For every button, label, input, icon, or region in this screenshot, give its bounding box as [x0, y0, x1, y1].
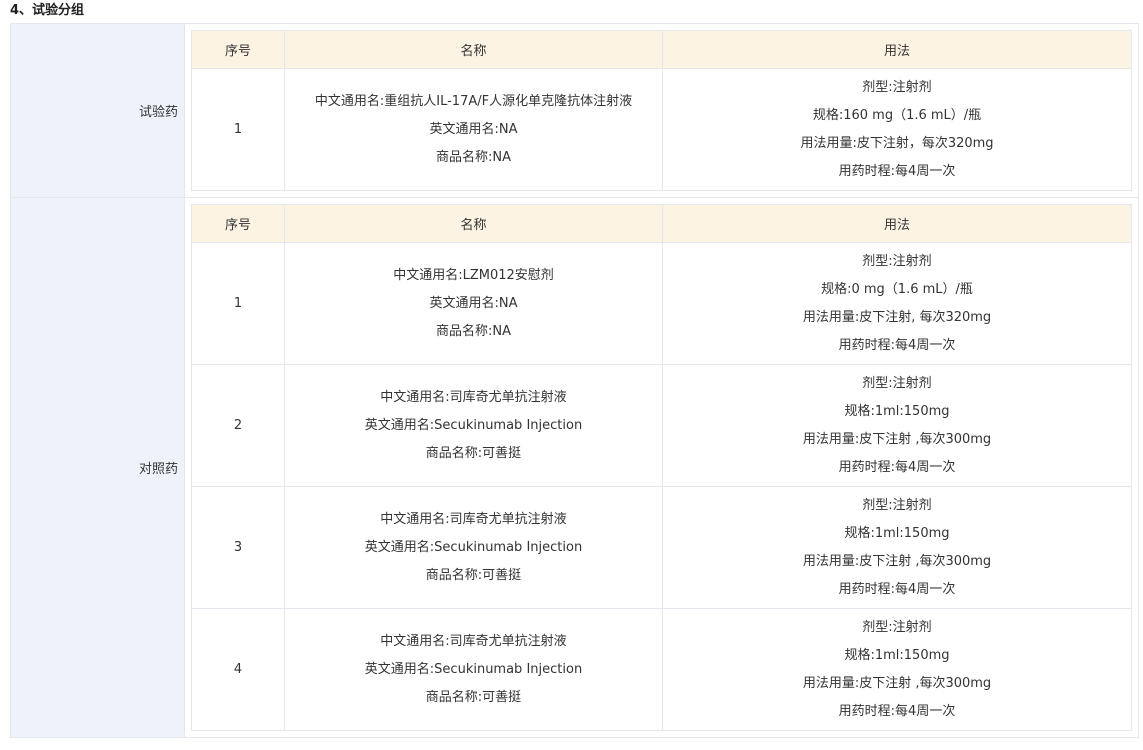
table-row: 2 中文通用名:司库奇尤单抗注射液 英文通用名:Secukinumab Inje…: [191, 364, 1132, 487]
usage-line: 用法用量:皮下注射 ,每次300mg: [802, 431, 992, 447]
name-line: 商品名称:可善挺: [425, 567, 522, 583]
drug-table-header: 序号 名称 用法: [191, 30, 1132, 69]
header-usage: 用法: [662, 30, 1132, 69]
name-line: 中文通用名:司库奇尤单抗注射液: [380, 389, 567, 405]
name-line: 英文通用名:Secukinumab Injection: [364, 661, 583, 677]
row-name: 中文通用名:重组抗人IL-17A/F人源化单克隆抗体注射液 英文通用名:NA 商…: [284, 68, 663, 191]
group-body-test-drug: 序号 名称 用法 1 中文通用名:重组抗人IL-17A/F人源化单克隆抗体注射液…: [184, 23, 1139, 198]
name-line: 商品名称:可善挺: [425, 689, 522, 705]
row-no: 1: [191, 242, 285, 365]
usage-line: 用法用量:皮下注射 ,每次300mg: [802, 553, 992, 569]
usage-line: 规格:160 mg（1.6 mL）/瓶: [812, 107, 982, 123]
usage-line: 剂型:注射剂: [862, 79, 932, 95]
usage-line: 剂型:注射剂: [862, 253, 932, 269]
row-usage: 剂型:注射剂 规格:1ml:150mg 用法用量:皮下注射 ,每次300mg 用…: [662, 608, 1132, 731]
usage-line: 规格:0 mg（1.6 mL）/瓶: [821, 281, 973, 297]
name-line: 中文通用名:重组抗人IL-17A/F人源化单克隆抗体注射液: [314, 93, 633, 109]
table-row: 4 中文通用名:司库奇尤单抗注射液 英文通用名:Secukinumab Inje…: [191, 608, 1132, 731]
name-line: 中文通用名:司库奇尤单抗注射液: [380, 633, 567, 649]
table-row: 3 中文通用名:司库奇尤单抗注射液 英文通用名:Secukinumab Inje…: [191, 486, 1132, 609]
usage-line: 用药时程:每4周一次: [838, 703, 956, 719]
group-label-control-drug: 对照药: [10, 197, 185, 738]
usage-line: 规格:1ml:150mg: [844, 403, 950, 419]
usage-line: 用药时程:每4周一次: [838, 581, 956, 597]
header-usage: 用法: [662, 204, 1132, 243]
row-usage: 剂型:注射剂 规格:1ml:150mg 用法用量:皮下注射 ,每次300mg 用…: [662, 486, 1132, 609]
usage-line: 用药时程:每4周一次: [838, 459, 956, 475]
usage-line: 用法用量:皮下注射 ,每次300mg: [802, 675, 992, 691]
usage-line: 剂型:注射剂: [862, 619, 932, 635]
row-usage: 剂型:注射剂 规格:1ml:150mg 用法用量:皮下注射 ,每次300mg 用…: [662, 364, 1132, 487]
name-line: 中文通用名:司库奇尤单抗注射液: [380, 511, 567, 527]
group-body-control-drug: 序号 名称 用法 1 中文通用名:LZM012安慰剂 英文通用名:NA 商品名称…: [184, 197, 1139, 738]
header-name: 名称: [284, 204, 663, 243]
usage-line: 剂型:注射剂: [862, 497, 932, 513]
usage-line: 用法用量:皮下注射，每次320mg: [800, 135, 994, 151]
header-no: 序号: [191, 204, 285, 243]
table-row: 1 中文通用名:重组抗人IL-17A/F人源化单克隆抗体注射液 英文通用名:NA…: [191, 68, 1132, 191]
name-line: 商品名称:NA: [436, 149, 511, 165]
usage-line: 用法用量:皮下注射, 每次320mg: [802, 309, 992, 325]
name-line: 商品名称:NA: [436, 323, 511, 339]
name-line: 英文通用名:Secukinumab Injection: [364, 417, 583, 433]
row-usage: 剂型:注射剂 规格:160 mg（1.6 mL）/瓶 用法用量:皮下注射，每次3…: [662, 68, 1132, 191]
row-no: 4: [191, 608, 285, 731]
group-row-test-drug: 试验药 序号 名称 用法 1 中文通用名:重组抗人IL-17A/F人源化单克隆抗…: [10, 23, 1139, 198]
name-line: 商品名称:可善挺: [425, 445, 522, 461]
row-usage: 剂型:注射剂 规格:0 mg（1.6 mL）/瓶 用法用量:皮下注射, 每次32…: [662, 242, 1132, 365]
row-name: 中文通用名:LZM012安慰剂 英文通用名:NA 商品名称:NA: [284, 242, 663, 365]
name-line: 英文通用名:Secukinumab Injection: [364, 539, 583, 555]
name-line: 英文通用名:NA: [429, 121, 518, 137]
table-row: 1 中文通用名:LZM012安慰剂 英文通用名:NA 商品名称:NA 剂型:注射…: [191, 242, 1132, 365]
row-no: 3: [191, 486, 285, 609]
usage-line: 剂型:注射剂: [862, 375, 932, 391]
group-label-test-drug: 试验药: [10, 23, 185, 198]
name-line: 中文通用名:LZM012安慰剂: [393, 267, 554, 283]
usage-line: 规格:1ml:150mg: [844, 647, 950, 663]
header-name: 名称: [284, 30, 663, 69]
row-no: 2: [191, 364, 285, 487]
header-no: 序号: [191, 30, 285, 69]
drug-table-test: 序号 名称 用法 1 中文通用名:重组抗人IL-17A/F人源化单克隆抗体注射液…: [191, 30, 1132, 191]
row-name: 中文通用名:司库奇尤单抗注射液 英文通用名:Secukinumab Inject…: [284, 364, 663, 487]
usage-line: 用药时程:每4周一次: [838, 337, 956, 353]
group-row-control-drug: 对照药 序号 名称 用法 1 中文通用名:LZM012安慰剂 英文通用名:NA …: [10, 197, 1139, 738]
drug-table-header: 序号 名称 用法: [191, 204, 1132, 243]
trial-grouping-page: 4、试验分组 试验药 序号 名称 用法 1 中文通用名:重组抗人IL-17A/F…: [0, 0, 1143, 750]
name-line: 英文通用名:NA: [429, 295, 518, 311]
row-no: 1: [191, 68, 285, 191]
drug-table-control: 序号 名称 用法 1 中文通用名:LZM012安慰剂 英文通用名:NA 商品名称…: [191, 204, 1132, 731]
row-name: 中文通用名:司库奇尤单抗注射液 英文通用名:Secukinumab Inject…: [284, 486, 663, 609]
row-name: 中文通用名:司库奇尤单抗注射液 英文通用名:Secukinumab Inject…: [284, 608, 663, 731]
usage-line: 用药时程:每4周一次: [838, 163, 956, 179]
trial-groups-table: 试验药 序号 名称 用法 1 中文通用名:重组抗人IL-17A/F人源化单克隆抗…: [10, 23, 1139, 738]
section-title: 4、试验分组: [10, 3, 85, 18]
usage-line: 规格:1ml:150mg: [844, 525, 950, 541]
